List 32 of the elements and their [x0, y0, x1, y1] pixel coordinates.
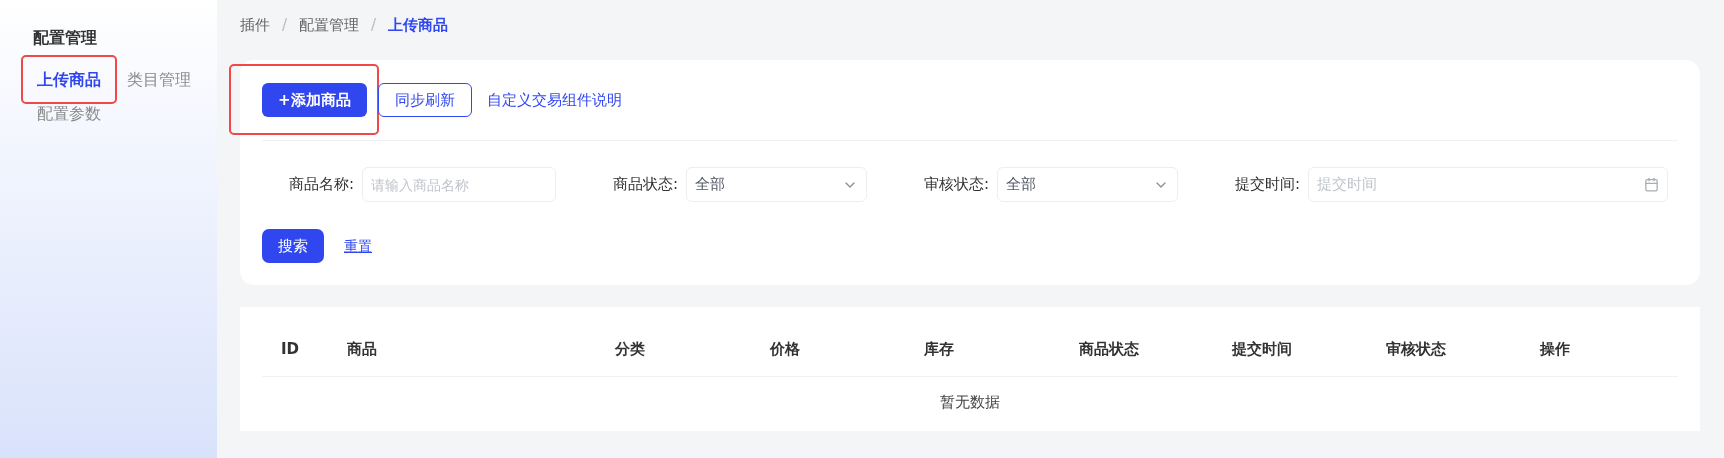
- breadcrumb-item[interactable]: 配置管理: [299, 13, 360, 37]
- column-header: ID: [281, 339, 300, 358]
- column-header: 操作: [1540, 339, 1570, 358]
- input-field[interactable]: 请输入商品名称: [362, 167, 556, 202]
- reset-link[interactable]: 重置: [344, 235, 372, 257]
- search-button[interactable]: 搜索: [262, 229, 324, 263]
- column-header: 商品状态: [1079, 339, 1139, 358]
- filter-label: 提交时间:: [1233, 174, 1301, 196]
- column-header: 库存: [924, 339, 954, 358]
- calendar-icon: [1644, 177, 1659, 192]
- filter-label: 审核状态:: [922, 174, 990, 196]
- empty-text: 暂无数据: [940, 391, 1000, 413]
- sidebar-item[interactable]: 配置参数: [37, 104, 101, 124]
- sidebar-item[interactable]: 类目管理: [127, 70, 191, 90]
- breadcrumb-item: 上传商品: [388, 14, 449, 36]
- breadcrumb-separator: /: [282, 14, 288, 36]
- column-header: 审核状态: [1386, 339, 1446, 358]
- help-link[interactable]: 自定义交易组件说明: [482, 83, 626, 117]
- column-header: 分类: [615, 339, 645, 358]
- toolbar-button[interactable]: 同步刷新: [377, 83, 472, 117]
- sidebar-item[interactable]: 上传商品: [37, 70, 101, 90]
- filter-label: 商品名称:: [287, 174, 355, 196]
- breadcrumb-item[interactable]: 插件: [240, 13, 270, 37]
- sidebar-title: 配置管理: [33, 27, 98, 49]
- select-field[interactable]: 全部: [686, 167, 867, 202]
- toolbar-button[interactable]: +添加商品: [262, 83, 367, 117]
- column-header: 商品: [347, 339, 377, 358]
- breadcrumb-separator: /: [371, 14, 377, 36]
- select-field[interactable]: 全部: [997, 167, 1178, 202]
- filter-label: 商品状态:: [611, 174, 679, 196]
- column-header: 价格: [770, 339, 800, 358]
- column-header: 提交时间: [1232, 339, 1292, 358]
